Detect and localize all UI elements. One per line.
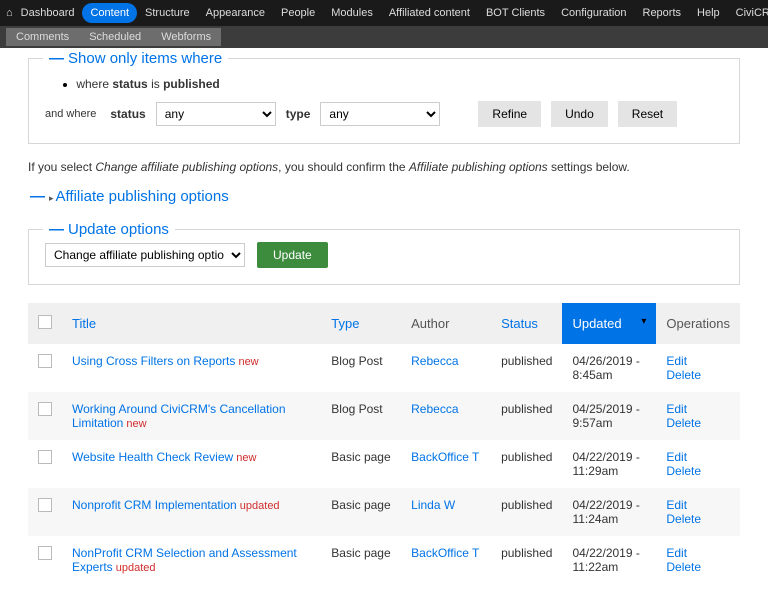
topnav-item[interactable]: Modules: [323, 3, 381, 23]
content-table: Title Type Author Status Updated▾ Operat…: [28, 303, 740, 584]
update-button[interactable]: Update: [257, 242, 328, 268]
row-status: published: [491, 440, 562, 488]
topnav-item[interactable]: Appearance: [198, 3, 273, 23]
update-legend: —Update options: [43, 221, 175, 238]
row-type: Blog Post: [321, 344, 401, 392]
topnav-item[interactable]: Dashboard: [13, 3, 83, 23]
col-title[interactable]: Title: [62, 303, 321, 344]
row-updated: 04/26/2019 - 8:45am: [562, 344, 656, 392]
topnav-item[interactable]: People: [273, 3, 323, 23]
row-author-link[interactable]: Rebecca: [411, 402, 458, 416]
undo-button[interactable]: Undo: [551, 101, 608, 127]
edit-link[interactable]: Edit: [666, 546, 730, 560]
topnav-item[interactable]: CiviCRM: [728, 3, 768, 23]
col-operations: Operations: [656, 303, 740, 344]
row-title-link[interactable]: NonProfit CRM Selection and Assessment E…: [72, 546, 297, 574]
hint-text: If you select Change affiliate publishin…: [28, 160, 740, 174]
table-row: Website Health Check Review new Basic pag…: [28, 440, 740, 488]
subnav-item[interactable]: Comments: [6, 28, 79, 46]
topnav-item[interactable]: Structure: [137, 3, 198, 23]
row-checkbox[interactable]: [38, 354, 52, 368]
status-label: status: [110, 107, 145, 121]
edit-link[interactable]: Edit: [666, 402, 730, 416]
filter-fieldset: —Show only items where where status is p…: [28, 58, 740, 144]
topnav-item[interactable]: Affiliated content: [381, 3, 478, 23]
row-type: Basic page: [321, 536, 401, 584]
delete-link[interactable]: Delete: [666, 560, 730, 574]
update-fieldset: —Update options Change affiliate publish…: [28, 229, 740, 285]
col-status[interactable]: Status: [491, 303, 562, 344]
row-checkbox[interactable]: [38, 450, 52, 464]
delete-link[interactable]: Delete: [666, 512, 730, 526]
col-updated[interactable]: Updated▾: [562, 303, 656, 344]
subnav-item[interactable]: Webforms: [151, 28, 221, 46]
row-checkbox[interactable]: [38, 402, 52, 416]
edit-link[interactable]: Edit: [666, 450, 730, 464]
col-type[interactable]: Type: [321, 303, 401, 344]
active-filter-line: where status is published: [63, 77, 723, 91]
row-updated: 04/22/2019 - 11:22am: [562, 536, 656, 584]
delete-link[interactable]: Delete: [666, 416, 730, 430]
topnav-item[interactable]: Help: [689, 3, 728, 23]
table-row: Using Cross Filters on Reports new Blog P…: [28, 344, 740, 392]
row-updated: 04/25/2019 - 9:57am: [562, 392, 656, 440]
update-action-select[interactable]: Change affiliate publishing options: [45, 243, 245, 267]
row-tag: new: [123, 418, 146, 430]
row-status: published: [491, 392, 562, 440]
sub-nav: CommentsScheduledWebforms: [0, 26, 768, 48]
row-updated: 04/22/2019 - 11:24am: [562, 488, 656, 536]
table-row: Nonprofit CRM Implementation updated Basi…: [28, 488, 740, 536]
row-status: published: [491, 344, 562, 392]
home-icon[interactable]: ⌂: [6, 7, 13, 19]
topnav-item[interactable]: Configuration: [553, 3, 634, 23]
row-title-link[interactable]: Working Around CiviCRM's Cancellation Li…: [72, 402, 286, 430]
type-select[interactable]: any: [320, 102, 440, 126]
refine-button[interactable]: Refine: [478, 101, 541, 127]
col-author[interactable]: Author: [401, 303, 491, 344]
topnav-item[interactable]: BOT Clients: [478, 3, 553, 23]
row-author-link[interactable]: BackOffice T: [411, 546, 479, 560]
affiliate-options-toggle[interactable]: —▸Affiliate publishing options: [28, 184, 740, 209]
row-type: Blog Post: [321, 392, 401, 440]
top-nav: ⌂ DashboardContentStructureAppearancePeo…: [0, 0, 768, 26]
row-author-link[interactable]: BackOffice T: [411, 450, 479, 464]
row-title-link[interactable]: Website Health Check Review: [72, 450, 233, 464]
row-status: published: [491, 488, 562, 536]
table-row: Working Around CiviCRM's Cancellation Li…: [28, 392, 740, 440]
row-type: Basic page: [321, 440, 401, 488]
row-author-link[interactable]: Rebecca: [411, 354, 458, 368]
status-select[interactable]: any: [156, 102, 276, 126]
row-author-link[interactable]: Linda W: [411, 498, 455, 512]
row-checkbox[interactable]: [38, 546, 52, 560]
subnav-item[interactable]: Scheduled: [79, 28, 151, 46]
select-all-checkbox[interactable]: [38, 315, 52, 329]
reset-button[interactable]: Reset: [618, 101, 677, 127]
row-title-link[interactable]: Using Cross Filters on Reports: [72, 354, 235, 368]
row-tag: updated: [237, 500, 280, 512]
row-checkbox[interactable]: [38, 498, 52, 512]
filter-legend: —Show only items where: [43, 50, 228, 67]
type-label: type: [286, 107, 311, 121]
sort-desc-icon: ▾: [641, 316, 646, 327]
row-tag: new: [235, 356, 258, 368]
edit-link[interactable]: Edit: [666, 498, 730, 512]
table-row: NonProfit CRM Selection and Assessment E…: [28, 536, 740, 584]
delete-link[interactable]: Delete: [666, 368, 730, 382]
delete-link[interactable]: Delete: [666, 464, 730, 478]
and-where-label: and where: [45, 108, 96, 120]
row-status: published: [491, 536, 562, 584]
row-updated: 04/22/2019 - 11:29am: [562, 440, 656, 488]
row-tag: new: [233, 452, 256, 464]
row-type: Basic page: [321, 488, 401, 536]
chevron-right-icon: ▸: [49, 193, 54, 203]
row-title-link[interactable]: Nonprofit CRM Implementation: [72, 498, 237, 512]
edit-link[interactable]: Edit: [666, 354, 730, 368]
topnav-item[interactable]: Content: [82, 3, 137, 23]
topnav-item[interactable]: Reports: [635, 3, 690, 23]
row-tag: updated: [113, 562, 156, 574]
